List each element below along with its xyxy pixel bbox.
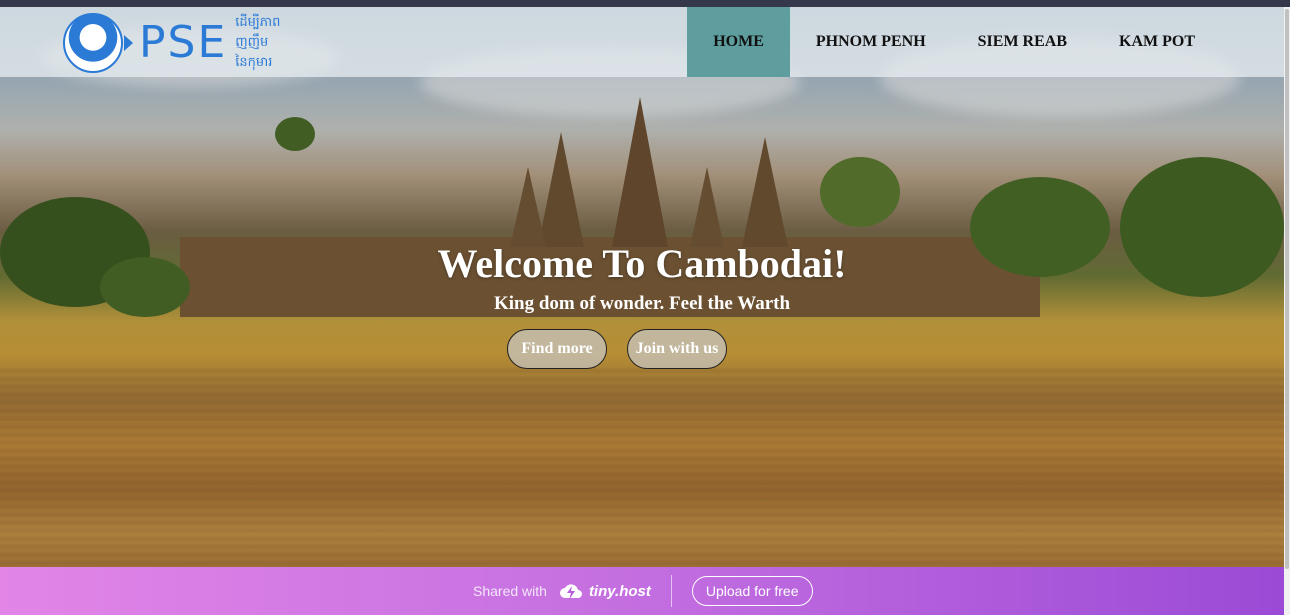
site-navbar: PSE ដើម្បីភាព ញញឹម នៃកុមារ HOME PHNOM PE… — [0, 7, 1284, 77]
tinyhost-banner: Shared with tiny.host Upload for free — [0, 567, 1284, 615]
logo-arrow-icon — [124, 35, 133, 51]
hero-buttons: Find more Join with us — [0, 329, 1234, 369]
logo-subtitle-line: ដើម្បីភាព — [235, 15, 281, 30]
browser-top-strip — [0, 0, 1290, 7]
logo-subtitle-line: ញញឹម — [235, 35, 269, 50]
nav-item-kam-pot[interactable]: KAM POT — [1093, 7, 1221, 77]
hero-content: Welcome To Cambodai! King dom of wonder.… — [0, 240, 1284, 315]
site-logo[interactable]: PSE ដើម្បីភាព ញញឹម នៃកុមារ — [63, 11, 280, 75]
logo-text: PSE — [139, 17, 228, 68]
logo-avatar-icon — [63, 13, 123, 73]
find-more-button[interactable]: Find more — [507, 329, 607, 369]
logo-subtitle-line: នៃកុមារ — [235, 55, 273, 70]
join-with-us-button[interactable]: Join with us — [627, 329, 727, 369]
tinyhost-logo[interactable]: tiny.host — [559, 580, 651, 602]
bolt-cloud-icon — [559, 584, 582, 600]
hero-subtitle: King dom of wonder. Feel the Warth — [493, 293, 791, 314]
scrollbar-thumb[interactable] — [1285, 9, 1289, 569]
page-scrollbar[interactable] — [1284, 7, 1290, 615]
hero-title: Welcome To Cambodai! — [437, 241, 847, 286]
shared-with-text: Shared with — [473, 583, 547, 599]
nav-item-home[interactable]: HOME — [687, 7, 790, 77]
main-nav: HOME PHNOM PENH SIEM REAB KAM POT — [687, 7, 1221, 77]
upload-for-free-button[interactable]: Upload for free — [691, 576, 813, 606]
tinyhost-brand: tiny.host — [588, 582, 651, 600]
banner-divider — [670, 575, 672, 607]
nav-item-phnom-penh[interactable]: PHNOM PENH — [790, 7, 952, 77]
logo-subtitle: ដើម្បីភាព ញញឹម នៃកុមារ — [235, 13, 280, 73]
nav-item-siem-reab[interactable]: SIEM REAB — [952, 7, 1093, 77]
